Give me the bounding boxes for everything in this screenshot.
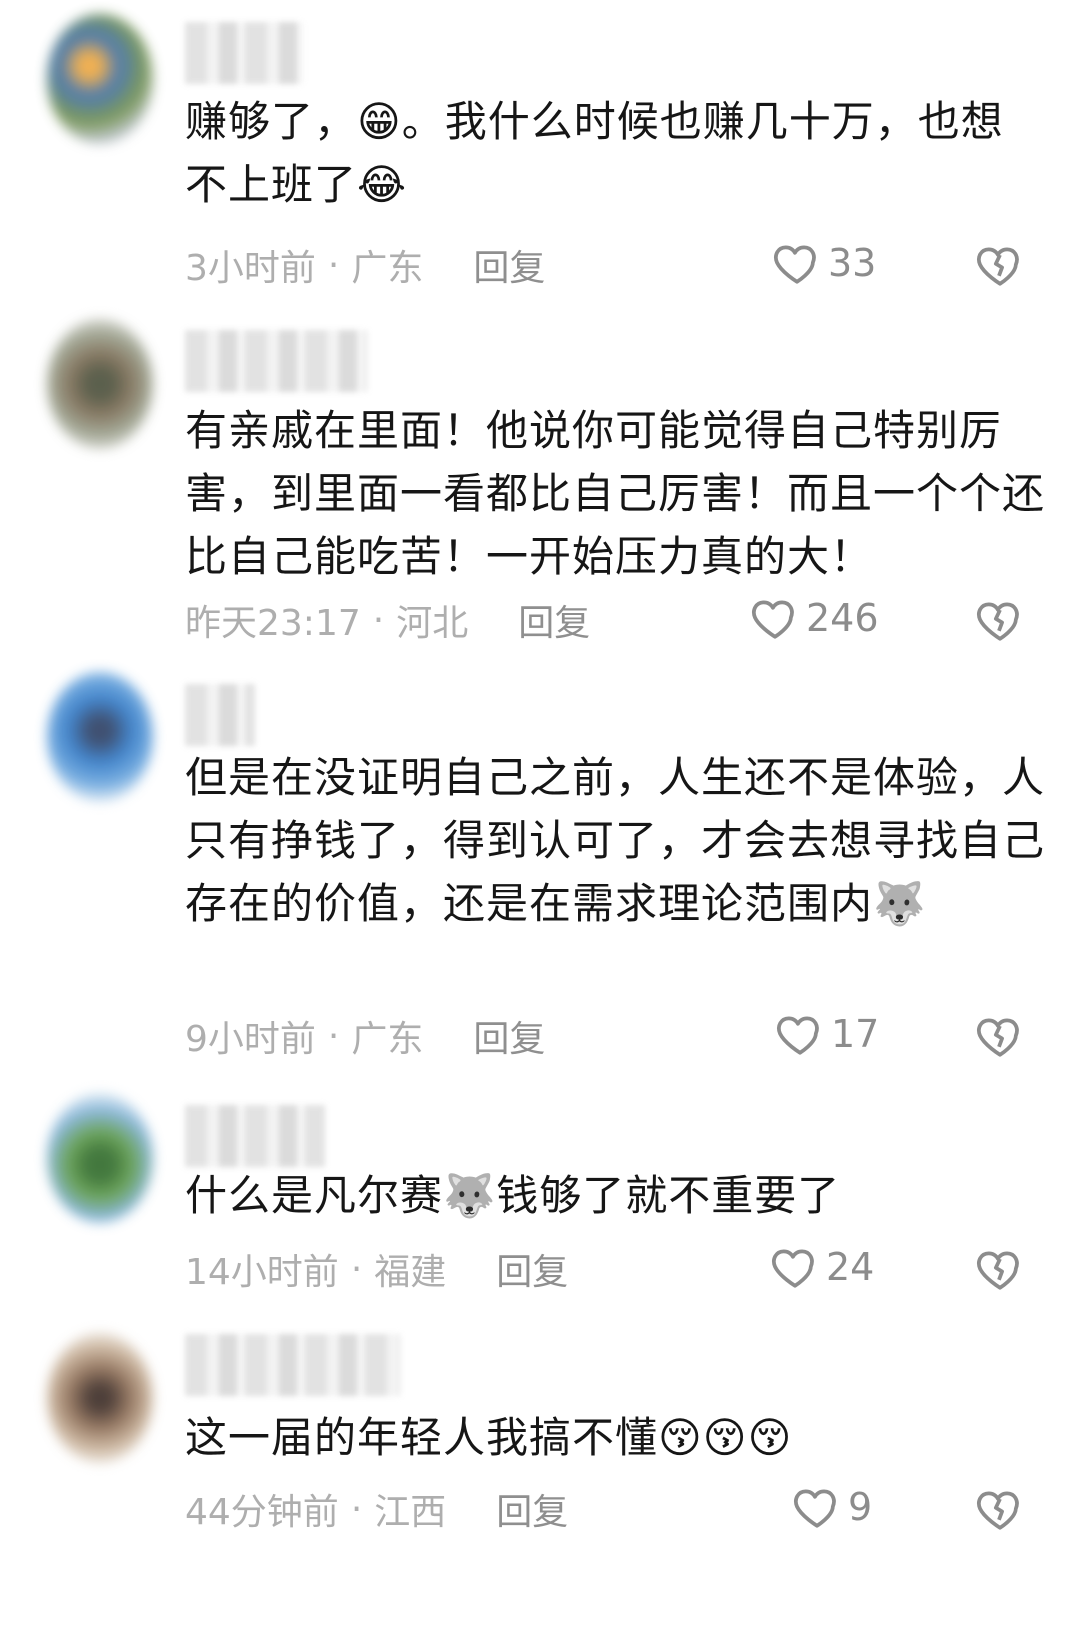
avatar[interactable]	[47, 672, 153, 802]
comment-location: 江西	[374, 1492, 447, 1533]
like-button[interactable]: 24	[770, 1242, 874, 1292]
like-count: 33	[828, 241, 877, 285]
avatar[interactable]	[47, 14, 153, 144]
broken-heart-icon[interactable]	[975, 1244, 1025, 1294]
comment-text: 什么是凡尔赛🐺钱够了就不重要了	[185, 1171, 841, 1220]
comment-meta: 14小时前 · 福建 回复	[185, 1241, 568, 1297]
like-count: 9	[848, 1485, 873, 1529]
comment-text: 赚够了，😁。我什么时候也赚几十万，也想不上班了😂	[185, 97, 1004, 209]
username-blurred[interactable]	[185, 22, 303, 84]
heart-outline-icon	[774, 245, 816, 284]
comment-meta: 昨天23:17 · 河北 回复	[185, 592, 590, 648]
like-count: 17	[831, 1012, 880, 1056]
heart-outline-icon	[772, 1249, 814, 1288]
comment-location: 广东	[351, 1019, 424, 1060]
comment-location: 广东	[351, 248, 424, 289]
broken-heart-icon[interactable]	[975, 1484, 1025, 1534]
like-count: 246	[806, 596, 879, 640]
username-blurred[interactable]	[185, 330, 367, 392]
avatar[interactable]	[47, 1093, 153, 1223]
comment-location: 福建	[374, 1252, 447, 1293]
comment-location: 河北	[396, 603, 469, 644]
like-button[interactable]: 246	[750, 593, 879, 643]
meta-separator: ·	[372, 599, 385, 641]
comment-time: 3小时前	[185, 248, 316, 289]
comment-meta: 3小时前 · 广东 回复	[185, 237, 545, 293]
reply-button[interactable]: 回复	[496, 1243, 568, 1295]
heart-outline-icon	[794, 1489, 836, 1528]
avatar[interactable]	[47, 319, 153, 449]
comment-meta: 44分钟前 · 江西 回复	[185, 1481, 568, 1537]
comment-text: 有亲戚在里面！他说你可能觉得自己特别厉害，到里面一看都比自己厉害！而且一个个还比…	[185, 406, 1046, 581]
username-blurred[interactable]	[185, 684, 255, 746]
like-count: 24	[826, 1245, 875, 1289]
username-blurred[interactable]	[185, 1334, 400, 1396]
comment-text: 但是在没证明自己之前，人生还不是体验，人只有挣钱了，得到认可了，才会去想寻找自己…	[185, 753, 1046, 928]
like-button[interactable]: 17	[775, 1009, 879, 1059]
meta-separator: ·	[350, 1248, 363, 1290]
comment-meta: 9小时前 · 广东 回复	[185, 1008, 545, 1064]
reply-button[interactable]: 回复	[473, 1010, 545, 1062]
like-button[interactable]: 33	[772, 238, 876, 288]
heart-outline-icon	[777, 1016, 819, 1055]
comment-time: 14小时前	[185, 1252, 339, 1293]
heart-outline-icon	[752, 600, 794, 639]
meta-separator: ·	[350, 1488, 363, 1530]
avatar[interactable]	[47, 1333, 153, 1463]
reply-button[interactable]: 回复	[518, 594, 590, 646]
meta-separator: ·	[327, 1015, 340, 1057]
comment-time: 44分钟前	[185, 1492, 339, 1533]
comment-text: 这一届的年轻人我搞不懂😚😚😚	[185, 1413, 793, 1462]
broken-heart-icon[interactable]	[975, 240, 1025, 290]
broken-heart-icon[interactable]	[975, 595, 1025, 645]
meta-separator: ·	[327, 244, 340, 286]
comment-time: 昨天23:17	[185, 603, 361, 644]
broken-heart-icon[interactable]	[975, 1011, 1025, 1061]
reply-button[interactable]: 回复	[473, 239, 545, 291]
like-button[interactable]: 9	[792, 1482, 872, 1532]
reply-button[interactable]: 回复	[496, 1483, 568, 1535]
comment-time: 9小时前	[185, 1019, 316, 1060]
username-blurred[interactable]	[185, 1105, 325, 1167]
